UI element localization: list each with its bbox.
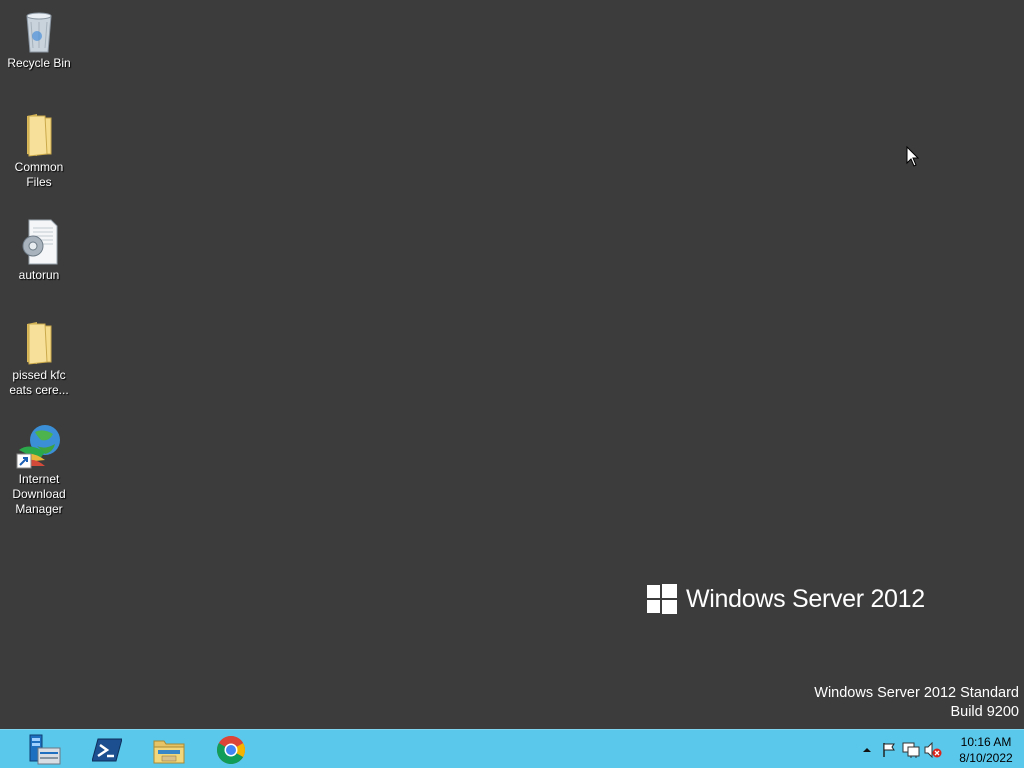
desktop-icon-autorun[interactable]: autorun [2,218,76,283]
clock-time: 10:16 AM [960,734,1012,749]
taskbar-server-manager-button[interactable] [16,731,74,768]
idm-shortcut-icon [16,425,60,469]
chevron-up-icon [863,747,871,752]
system-tray: 10:16 AM 8/10/2022 [856,730,1024,768]
taskbar-chrome-button[interactable] [202,731,260,768]
edition-watermark: Windows Server 2012 Standard Build 9200 [814,684,1019,722]
taskbar: 10:16 AM 8/10/2022 [0,729,1024,768]
windows-server-logo: Windows Server 2012 [646,582,925,616]
flag-icon [883,742,895,757]
network-button[interactable] [902,741,920,759]
taskbar-powershell-button[interactable] [78,731,136,768]
desktop-icon-label: pissed kfc eats cere... [9,368,69,397]
chrome-icon [217,735,245,764]
windows-logo-icon [647,584,677,614]
desktop-icon-common-files[interactable]: Common Files [2,110,76,190]
network-icon [902,742,920,758]
taskbar-file-explorer-button[interactable] [140,731,198,768]
desktop-icon-label: autorun [18,268,60,282]
powershell-icon [92,738,122,761]
folder-icon [27,322,52,365]
desktop-icon-internet-download-manager[interactable]: Internet Download Manager [2,422,76,517]
logo-text: Windows Server 2012 [686,584,925,613]
desktop-icon-recycle-bin[interactable]: Recycle Bin [2,6,76,71]
action-center-button[interactable] [880,741,898,759]
desktop-icon-folder-pissed-kfc[interactable]: pissed kfc eats cere... [2,318,76,398]
folder-icon [27,114,52,157]
taskbar-clock[interactable]: 10:16 AM 8/10/2022 [948,734,1024,766]
volume-button[interactable] [924,741,942,759]
mouse-cursor-icon [906,146,920,167]
desktop[interactable]: Recycle Bin Common Files autorun pissed … [0,0,1024,729]
recycle-bin-icon [26,12,52,53]
server-manager-icon [29,734,61,764]
build-number: Build 9200 [950,704,1019,720]
show-hidden-icons-button[interactable] [858,741,876,759]
volume-muted-icon [924,741,942,758]
clock-date: 8/10/2022 [959,750,1013,765]
edition-name: Windows Server 2012 Standard [814,685,1019,701]
desktop-icon-label: Recycle Bin [7,56,71,70]
file-explorer-icon [153,740,185,763]
settings-file-icon [22,219,58,265]
desktop-icon-label: Common Files [14,160,64,189]
desktop-icon-label: Internet Download Manager [12,472,66,516]
